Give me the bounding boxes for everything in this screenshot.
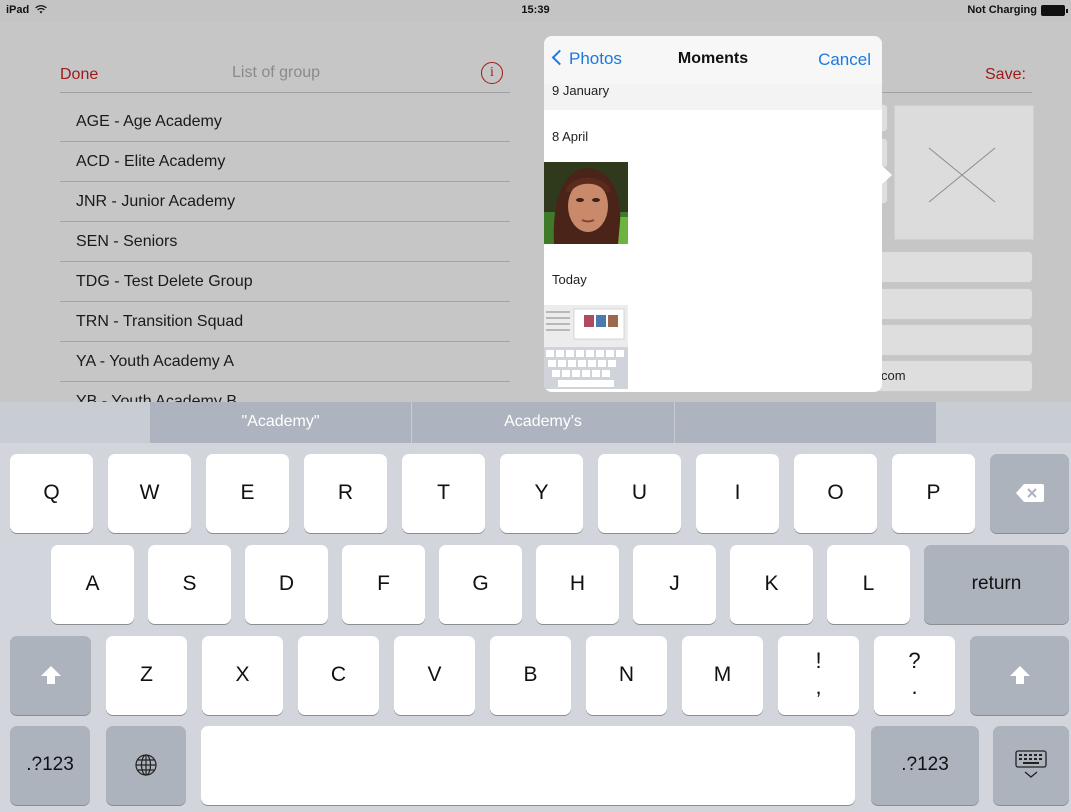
section-label: Today [552, 272, 587, 287]
done-button[interactable]: Done [60, 66, 98, 84]
key-exclaim-comma[interactable]: ! , [778, 636, 859, 715]
keyboard-hide-icon [1015, 750, 1047, 779]
save-button[interactable]: Save: [985, 66, 1026, 84]
clock: 15:39 [521, 4, 550, 16]
list-item[interactable]: JNR - Junior Academy [60, 182, 510, 222]
key-i[interactable]: I [696, 454, 779, 533]
app-content: Done List of group i AGE - Age Academy A… [0, 22, 1071, 402]
key-p[interactable]: P [892, 454, 975, 533]
list-item[interactable]: ACD - Elite Academy [60, 142, 510, 182]
key-b[interactable]: B [490, 636, 571, 715]
key-secondary: , [815, 674, 822, 699]
photo-thumbnail[interactable] [544, 162, 628, 244]
divider [882, 92, 1032, 93]
key-r[interactable]: R [304, 454, 387, 533]
key-d[interactable]: D [245, 545, 328, 624]
suggestion-item[interactable] [675, 402, 936, 443]
key-h[interactable]: H [536, 545, 619, 624]
groups-title: List of group [232, 64, 321, 81]
key-x[interactable]: X [202, 636, 283, 715]
key-u[interactable]: U [598, 454, 681, 533]
empty-photo-icon [928, 147, 996, 203]
section-label: 8 April [552, 129, 589, 144]
key-n[interactable]: N [586, 636, 667, 715]
key-t[interactable]: T [402, 454, 485, 533]
info-icon[interactable]: i [481, 62, 503, 84]
shift-key-left[interactable] [10, 636, 91, 715]
hide-keyboard-key[interactable] [993, 726, 1069, 805]
key-z[interactable]: Z [106, 636, 187, 715]
key-primary: ! [815, 648, 822, 673]
key-y[interactable]: Y [500, 454, 583, 533]
key-c[interactable]: C [298, 636, 379, 715]
suggestion-item[interactable]: Academy's [412, 402, 674, 443]
backspace-icon [1015, 484, 1044, 503]
key-j[interactable]: J [633, 545, 716, 624]
list-item[interactable]: YB - Youth Academy B [60, 382, 510, 402]
shift-icon [1009, 666, 1030, 685]
key-f[interactable]: F [342, 545, 425, 624]
list-item[interactable]: AGE - Age Academy [60, 102, 510, 142]
section-header: 9 January [544, 83, 882, 110]
globe-key[interactable] [106, 726, 186, 805]
key-w[interactable]: W [108, 454, 191, 533]
key-o[interactable]: O [794, 454, 877, 533]
key-e[interactable]: E [206, 454, 289, 533]
list-item[interactable]: TDG - Test Delete Group [60, 262, 510, 302]
key-secondary: . [911, 674, 918, 699]
list-item[interactable]: TRN - Transition Squad [60, 302, 510, 342]
portrait-photo-image [544, 162, 628, 244]
photos-popover: 9 January Photos Moments Cancel 8 April … [544, 36, 882, 392]
key-v[interactable]: V [394, 636, 475, 715]
key-question-period[interactable]: ? . [874, 636, 955, 715]
group-list: AGE - Age Academy ACD - Elite Academy JN… [60, 102, 510, 402]
delete-key[interactable] [990, 454, 1069, 533]
key-k[interactable]: K [730, 545, 813, 624]
list-item[interactable]: SEN - Seniors [60, 222, 510, 262]
key-m[interactable]: M [682, 636, 763, 715]
section-label: 9 January [552, 83, 610, 98]
suggestion-bar: "Academy" Academy's [0, 402, 1071, 443]
groups-panel: Done List of group i AGE - Age Academy A… [0, 22, 520, 402]
key-g[interactable]: G [439, 545, 522, 624]
photo-placeholder[interactable] [894, 105, 1034, 240]
battery-icon [1041, 5, 1068, 16]
cancel-button[interactable]: Cancel [818, 50, 871, 70]
shift-icon [40, 666, 61, 685]
key-s[interactable]: S [148, 545, 231, 624]
numbers-key-left[interactable]: .?123 [10, 726, 90, 805]
list-item[interactable]: YA - Youth Academy A [60, 342, 510, 382]
return-key[interactable]: return [924, 545, 1069, 624]
space-key[interactable] [201, 726, 855, 805]
key-primary: ? [908, 648, 921, 673]
key-a[interactable]: A [51, 545, 134, 624]
battery-status: Not Charging [967, 4, 1037, 16]
status-bar: iPad 15:39 Not Charging [0, 0, 1071, 22]
suggestion-item[interactable]: "Academy" [150, 402, 411, 443]
divider [60, 92, 510, 93]
numbers-key-right[interactable]: .?123 [871, 726, 979, 805]
globe-icon [135, 754, 157, 777]
photo-thumbnail[interactable] [544, 305, 628, 389]
screenshot-thumbnail-image [544, 305, 628, 389]
shift-key-right[interactable] [970, 636, 1069, 715]
key-l[interactable]: L [827, 545, 910, 624]
keyboard: "Academy" Academy's Q W E R T Y U I O P … [0, 402, 1071, 812]
key-q[interactable]: Q [10, 454, 93, 533]
popover-nav-bar: Photos Moments Cancel [544, 36, 882, 84]
